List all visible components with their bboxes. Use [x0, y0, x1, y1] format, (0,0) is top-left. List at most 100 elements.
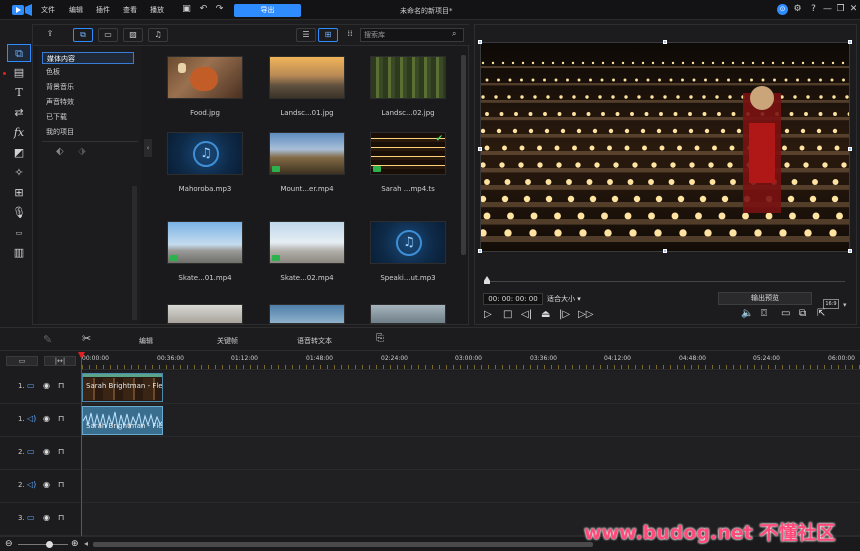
category-my-projects[interactable]: 我的项目 [42, 126, 134, 138]
scroll-left-icon[interactable]: ◂ [84, 539, 88, 548]
category-scrollbar[interactable] [132, 186, 137, 320]
maximize-icon[interactable]: ❐ [835, 4, 846, 15]
media-thumbnail-landscape-01[interactable] [269, 56, 345, 99]
track-header-video-3[interactable]: 3. ▭ ◉ ⊓ [0, 503, 80, 536]
menu-view[interactable]: 查看 [123, 5, 137, 15]
save-icon[interactable]: ▣ [181, 4, 192, 15]
aspect-ratio-button[interactable]: 16:9 [823, 299, 839, 309]
media-thumbnail-skate-02[interactable] [269, 221, 345, 264]
list-view-icon[interactable]: ☰ [296, 28, 316, 42]
timeline-ruler[interactable]: 00:00:00 00:36:00 01:12:00 01:48:00 02:2… [82, 352, 860, 370]
fit-timeline-button[interactable]: |↔| [44, 356, 76, 366]
preview-frame[interactable] [480, 42, 850, 252]
menu-edit[interactable]: 编辑 [69, 5, 83, 15]
zoom-out-icon[interactable]: ⊖ [5, 539, 13, 549]
speech-to-text-button[interactable]: 语音转文本 [297, 336, 332, 346]
media-thumbnail-food[interactable] [167, 56, 243, 99]
resize-handle[interactable] [478, 249, 482, 253]
category-background-music[interactable]: 背景音乐 [42, 81, 134, 93]
resize-handle[interactable] [478, 147, 482, 151]
keyframe-button[interactable]: 关键帧 [217, 336, 238, 346]
scissors-icon[interactable]: ✂ [82, 332, 91, 345]
playhead[interactable] [81, 352, 82, 536]
fast-forward-icon[interactable]: ▷▷ [578, 309, 593, 320]
redo-icon[interactable]: ↷ [214, 4, 225, 15]
menu-playback[interactable]: 播放 [150, 5, 164, 15]
add-tag-icon[interactable]: ⬖ [56, 146, 64, 157]
media-thumbnail-partial[interactable] [370, 304, 446, 324]
track-header-audio-2[interactable]: 2. ◁) ◉ ⊓ [0, 470, 80, 503]
eye-icon[interactable]: ◉ [43, 447, 50, 456]
media-thumbnail-partial[interactable] [269, 304, 345, 324]
gear-icon[interactable]: ⚙ [792, 4, 803, 15]
clip-menu-icon[interactable]: ⎘ [376, 333, 384, 344]
eye-icon[interactable]: ◉ [43, 414, 50, 423]
track-manager-button[interactable]: ▭ [6, 356, 38, 366]
fit-size-dropdown[interactable]: 适合大小 ▾ [547, 293, 591, 305]
account-icon[interactable]: ⊙ [777, 4, 788, 15]
subtitle-room-icon[interactable]: ▭ [7, 224, 31, 242]
timeline-scrollbar[interactable] [93, 542, 593, 547]
resize-handle[interactable] [848, 147, 852, 151]
collapse-categories-icon[interactable]: ‹ [144, 139, 152, 157]
preview-scrub-track[interactable] [485, 281, 845, 282]
zoom-slider-track[interactable] [18, 544, 68, 545]
import-icon[interactable]: ⇪ [40, 28, 60, 42]
voice-record-icon[interactable]: 🎙 [7, 204, 31, 222]
output-preview-button[interactable]: 输出预览 [718, 292, 812, 305]
menu-file[interactable]: 文件 [41, 5, 55, 15]
lock-icon[interactable]: ⊓ [58, 447, 64, 456]
transition-room-icon[interactable]: ⇄ [7, 104, 31, 122]
track-header-video-1[interactable]: 1. ▭ ◉ ⊓ [0, 371, 80, 404]
category-color-boards[interactable]: 色板 [42, 66, 134, 78]
timecode-display[interactable]: 00: 00: 00: 00 [483, 293, 543, 305]
snapshot-icon[interactable]: ⌼ [761, 308, 767, 319]
pip-room-icon[interactable]: ◩ [7, 144, 31, 162]
eye-icon[interactable]: ◉ [43, 513, 50, 522]
filter-all-media-icon[interactable]: ⧉ [73, 28, 93, 42]
resize-handle[interactable] [663, 40, 667, 44]
title-room-icon[interactable]: T [7, 84, 31, 102]
lock-icon[interactable]: ⊓ [58, 414, 64, 423]
chapter-room-icon[interactable]: ▥ [7, 244, 31, 262]
sticker-room-icon[interactable]: ⊞ [7, 184, 31, 202]
grid-view-icon[interactable]: ⊞ [318, 28, 338, 42]
filter-image-icon[interactable]: ▨ [123, 28, 143, 42]
export-button[interactable]: 导出 [234, 4, 301, 17]
media-thumbnail-sarah-video[interactable]: ✔ [370, 132, 446, 175]
chevron-down-icon[interactable]: ▾ [843, 301, 847, 309]
media-thumbnail-mountain-video[interactable] [269, 132, 345, 175]
library-search-input[interactable]: 搜索库 [360, 28, 464, 42]
split-icon[interactable]: ⏏ [541, 309, 550, 320]
track-row[interactable] [82, 437, 860, 470]
media-room-icon[interactable]: ⧉ [7, 44, 31, 62]
track-row[interactable] [82, 371, 860, 404]
eye-icon[interactable]: ◉ [43, 480, 50, 489]
resize-handle[interactable] [848, 40, 852, 44]
external-display-icon[interactable]: ⇱ [817, 308, 825, 319]
resize-handle[interactable] [848, 249, 852, 253]
media-thumbnail-mahoroba-audio[interactable]: ♫ [167, 132, 243, 175]
track-row[interactable] [82, 470, 860, 503]
category-sound-effects[interactable]: 声音特效 [42, 96, 134, 108]
previous-frame-icon[interactable]: ◁| [521, 309, 532, 320]
undock-icon[interactable]: ⧉ [799, 308, 806, 319]
undo-icon[interactable]: ↶ [198, 4, 209, 15]
track-row[interactable] [82, 404, 860, 437]
fx-room-icon[interactable]: fx [7, 124, 31, 142]
track-header-audio-1[interactable]: 1. ◁) ◉ ⊓ [0, 404, 80, 437]
next-frame-icon[interactable]: |▷ [559, 309, 570, 320]
track-header-video-2[interactable]: 2. ▭ ◉ ⊓ [0, 437, 80, 470]
eye-icon[interactable]: ◉ [43, 381, 50, 390]
resize-handle[interactable] [478, 40, 482, 44]
media-thumbnail-landscape-02[interactable] [370, 56, 446, 99]
play-icon[interactable]: ▷ [484, 309, 492, 320]
particle-room-icon[interactable]: ✧ [7, 164, 31, 182]
preview-scrub-handle[interactable] [484, 276, 490, 284]
category-downloaded[interactable]: 已下载 [42, 111, 134, 123]
effects-room-icon[interactable]: ▤ [7, 64, 31, 82]
subtitle-icon[interactable]: ▭ [781, 308, 790, 319]
resize-handle[interactable] [663, 249, 667, 253]
edit-button[interactable]: 编辑 [139, 336, 153, 346]
thumbnail-size-icon[interactable]: ⁞⁞ [340, 28, 360, 42]
